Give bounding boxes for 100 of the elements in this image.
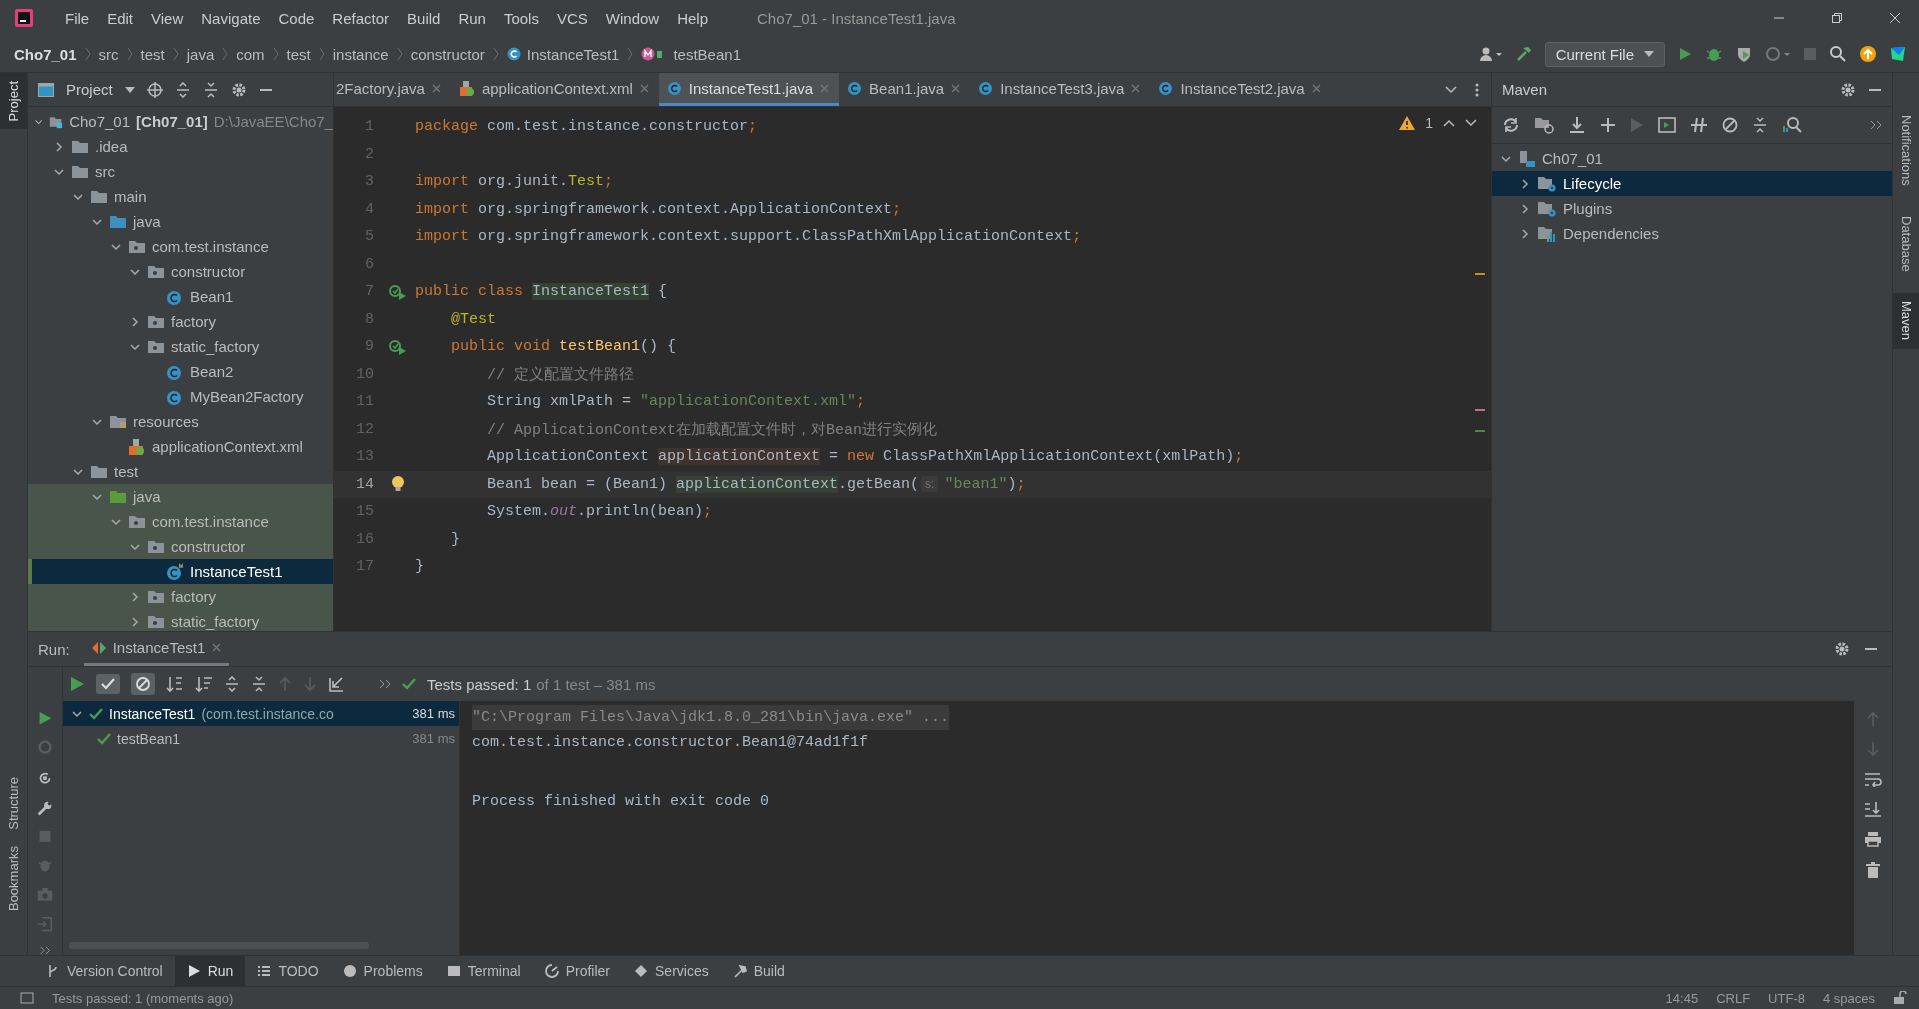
test-session-tab[interactable]: InstanceTest1	[83, 632, 230, 666]
download-icon[interactable]	[1568, 116, 1586, 134]
analyze-icon[interactable]	[1782, 116, 1802, 134]
lock-icon[interactable]	[1893, 991, 1907, 1005]
caret-icon[interactable]	[1445, 85, 1457, 94]
tree-item[interactable]: static_factory	[28, 334, 333, 359]
tree-item[interactable]: java	[28, 209, 333, 234]
layout-icon[interactable]	[20, 992, 34, 1004]
chevron-icon[interactable]	[1519, 177, 1531, 190]
run-test-icon[interactable]	[388, 338, 407, 355]
menu-item[interactable]: File	[56, 9, 99, 27]
menu-item[interactable]: Window	[596, 9, 669, 27]
tree-item[interactable]: .idea	[28, 134, 333, 159]
tree-item[interactable]: Bean2	[28, 359, 333, 384]
import-icon[interactable]	[328, 676, 344, 692]
expand-all-icon[interactable]	[224, 676, 240, 692]
tool-window-tab[interactable]: Run	[174, 956, 246, 986]
tree-item[interactable]: factory	[28, 309, 333, 334]
collapse-all-icon[interactable]	[1752, 117, 1768, 133]
scroll-to-end-icon[interactable]	[1864, 801, 1882, 817]
breadcrumb[interactable]: java	[186, 45, 215, 63]
settings-icon[interactable]	[230, 81, 247, 98]
breadcrumb[interactable]: InstanceTest1	[526, 45, 620, 63]
editor-tab[interactable]: InstanceTest3.java	[970, 73, 1151, 106]
tool-window-button[interactable]: Maven	[1893, 293, 1919, 349]
tree-item[interactable]: Dependencies	[1492, 221, 1892, 246]
rerun-icon[interactable]	[37, 711, 53, 726]
menu-item[interactable]: View	[142, 9, 193, 27]
collapse-all-icon[interactable]	[251, 676, 267, 692]
tool-window-tab[interactable]: Terminal	[434, 956, 533, 986]
chevron-icon[interactable]	[53, 140, 65, 153]
breadcrumb[interactable]: instance	[332, 45, 389, 63]
collapse-all-icon[interactable]	[202, 81, 219, 98]
restore-icon[interactable]	[1831, 12, 1843, 24]
breadcrumb[interactable]: com	[236, 45, 265, 63]
sort-duration-icon[interactable]	[195, 675, 213, 693]
test-item[interactable]: testBean1 381 ms	[63, 726, 459, 751]
tree-item[interactable]: com.test.instance	[28, 509, 333, 534]
tool-window-button[interactable]: Bookmarks	[0, 838, 27, 920]
app-logo[interactable]	[14, 8, 34, 28]
show-ignored-toggle[interactable]	[131, 673, 155, 695]
target-icon[interactable]	[146, 81, 163, 98]
tree-item[interactable]: test	[28, 459, 333, 484]
tree-item[interactable]: Plugins	[1492, 196, 1892, 221]
tool-window-button[interactable]: Project	[0, 73, 27, 130]
settings-icon[interactable]	[1834, 641, 1850, 657]
printer-icon[interactable]	[1864, 831, 1882, 847]
tree-item[interactable]: constructor	[28, 534, 333, 559]
show-passed-toggle[interactable]	[96, 674, 120, 694]
more-icon[interactable]	[1475, 82, 1479, 97]
caret-icon[interactable]	[124, 86, 135, 93]
menu-item[interactable]: Run	[449, 9, 495, 27]
run-test-icon[interactable]	[388, 283, 407, 300]
tool-window-tab[interactable]: TODO	[245, 956, 331, 986]
chevron-icon[interactable]	[129, 615, 141, 628]
refresh-icon[interactable]	[1502, 116, 1520, 134]
run-configuration-dropdown[interactable]: Current File	[1544, 41, 1665, 67]
folder-refresh-icon[interactable]	[1534, 116, 1554, 134]
menu-item[interactable]: Refactor	[323, 9, 399, 27]
status-item[interactable]: 4 spaces	[1822, 990, 1875, 1006]
breadcrumb[interactable]: src	[98, 45, 119, 63]
test-item[interactable]: InstanceTest1 (com.test.instance.co 381 ms	[63, 701, 459, 726]
tree-item[interactable]: constructor	[28, 259, 333, 284]
tree-item[interactable]: Bean1	[28, 284, 333, 309]
warning-icon[interactable]	[1399, 116, 1416, 130]
editor-tab[interactable]: 2Factory.java	[334, 73, 451, 106]
tree-item[interactable]: main	[28, 184, 333, 209]
up-icon[interactable]	[1443, 119, 1455, 127]
settings-icon[interactable]	[1840, 81, 1856, 98]
menu-item[interactable]: Tools	[494, 9, 548, 27]
more-icon[interactable]	[1870, 120, 1882, 130]
editor-tab[interactable]: InstanceTest2.java	[1150, 73, 1331, 106]
breadcrumb[interactable]: test	[140, 45, 165, 63]
run-icon[interactable]	[69, 676, 85, 692]
lightbulb-icon[interactable]	[390, 475, 405, 494]
tool-window-tab[interactable]: Version Control	[34, 956, 175, 986]
breadcrumb[interactable]: test	[286, 45, 311, 63]
user-icon[interactable]	[1478, 46, 1503, 62]
tree-item[interactable]: resources	[28, 409, 333, 434]
menu-item[interactable]: Navigate	[192, 9, 270, 27]
chevron-icon[interactable]	[129, 590, 141, 603]
menu-item[interactable]: Help	[668, 9, 718, 27]
chevron-icon[interactable]	[1519, 227, 1531, 240]
console-icon[interactable]	[1658, 117, 1676, 133]
editor-tab[interactable]: Bean1.java	[839, 73, 971, 106]
tree-item[interactable]: applicationContext.xml	[28, 434, 333, 459]
close-icon[interactable]	[1889, 12, 1901, 24]
tree-item[interactable]: Cho7_01 [Ch07_01] D:\JavaEE\Cho7_	[28, 109, 333, 134]
breadcrumb[interactable]: testBean1	[673, 45, 741, 63]
tree-item[interactable]: factory	[28, 584, 333, 609]
tool-window-button[interactable]: Database	[1893, 207, 1919, 280]
breadcrumb[interactable]: constructor	[410, 45, 485, 63]
status-item[interactable]: 14:45	[1665, 990, 1699, 1006]
down-icon[interactable]	[1465, 119, 1477, 127]
tree-item[interactable]: java	[28, 484, 333, 509]
tree-item[interactable]: Lifecycle	[1492, 171, 1892, 196]
tool-window-tab[interactable]: Build	[720, 956, 797, 986]
tool-window-button[interactable]: Structure	[0, 769, 27, 839]
chevron-icon[interactable]	[1519, 202, 1531, 215]
tree-item[interactable]: com.test.instance	[28, 234, 333, 259]
